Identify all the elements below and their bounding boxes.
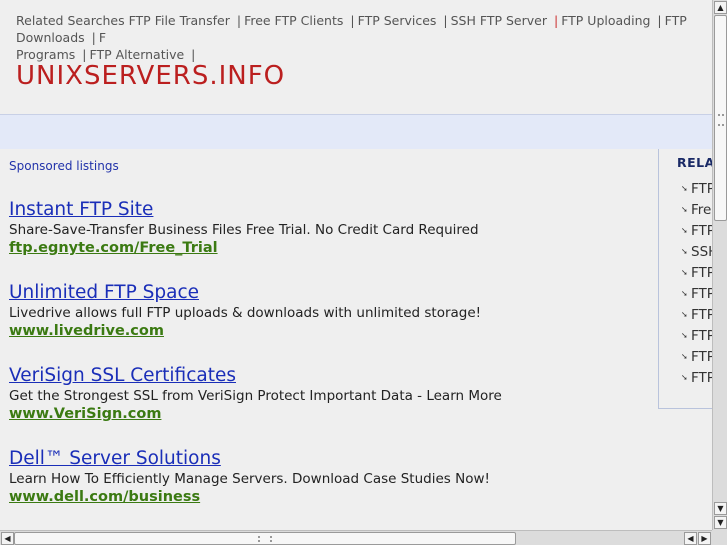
arrow-bullet-icon: ➘ <box>681 289 688 298</box>
ad-url-link[interactable]: www.livedrive.com <box>9 322 481 340</box>
ad-title-link[interactable]: Instant FTP Site <box>9 199 479 221</box>
ad-description: Get the Strongest SSL from VeriSign Prot… <box>9 388 502 404</box>
scroll-down-icon[interactable]: ▼ <box>714 502 727 515</box>
ad-url-link[interactable]: www.dell.com/business <box>9 488 490 506</box>
side-list-item[interactable]: ➘ FTP <box>681 307 712 328</box>
arrow-bullet-icon: ➘ <box>681 226 688 235</box>
side-list-item[interactable]: ➘ FTP <box>681 349 712 370</box>
scroll-up-icon[interactable]: ▲ <box>714 1 727 14</box>
ad-listing: VeriSign SSL Certificates Get the Strong… <box>9 365 502 423</box>
side-list-item[interactable]: ➘ FTP <box>681 328 712 349</box>
ad-title-link[interactable]: VeriSign SSL Certificates <box>9 365 502 387</box>
arrow-bullet-icon: ➘ <box>681 247 688 256</box>
scroll-right-icon[interactable]: ▶ <box>698 532 711 545</box>
horizontal-scroll-thumb[interactable] <box>14 532 516 545</box>
related-link-ftp-alternative[interactable]: FTP Alternative <box>89 47 184 62</box>
separator: | <box>350 13 355 28</box>
ad-description: Share-Save-Transfer Business Files Free … <box>9 222 479 238</box>
sponsored-label: Sponsored listings <box>9 159 119 173</box>
separator: | <box>191 47 196 62</box>
separator: | <box>553 13 559 28</box>
side-list-item[interactable]: ➘ FTP <box>681 223 712 244</box>
vertical-scrollbar[interactable]: ▲ ▼ ▼ <box>712 0 727 530</box>
arrow-bullet-icon: ➘ <box>681 373 688 382</box>
side-link[interactable]: Fre <box>691 202 711 218</box>
separator: | <box>82 47 87 62</box>
header-band <box>0 114 712 149</box>
related-searches-bar: Related Searches FTP File Transfer | Free… <box>16 12 712 63</box>
site-title[interactable]: UNIXSERVERS.INFO <box>16 61 285 91</box>
side-list-item[interactable]: ➘ FTP <box>681 370 712 391</box>
side-list-item[interactable]: ➘ FTP <box>681 181 712 202</box>
side-link[interactable]: FTP <box>691 223 712 239</box>
related-link-ftp-uploading[interactable]: FTP Uploading <box>561 13 650 28</box>
related-side-panel: RELA ➘FTP ➘Fre ➘FTP ➘SSH ➘FTP ➘FTP ➘FTP … <box>658 149 712 409</box>
ad-description: Learn How To Efficiently Manage Servers.… <box>9 471 490 487</box>
ad-description: Livedrive allows full FTP uploads & down… <box>9 305 482 321</box>
ad-title-link[interactable]: Dell™ Server Solutions <box>9 448 490 470</box>
separator: | <box>91 30 96 45</box>
arrow-bullet-icon: ➘ <box>681 352 688 361</box>
side-link[interactable]: FTP <box>691 307 712 323</box>
arrow-bullet-icon: ➘ <box>681 310 688 319</box>
side-link[interactable]: FTP <box>691 328 712 344</box>
side-link-list: ➘FTP ➘Fre ➘FTP ➘SSH ➘FTP ➘FTP ➘FTP ➘FTP … <box>681 181 712 391</box>
arrow-bullet-icon: ➘ <box>681 184 688 193</box>
page-viewport: Related Searches FTP File Transfer | Free… <box>0 0 712 530</box>
grip-icon <box>718 114 724 126</box>
arrow-bullet-icon: ➘ <box>681 268 688 277</box>
related-link-ftp-services[interactable]: FTP Services <box>358 13 437 28</box>
side-link[interactable]: FTP <box>691 370 712 386</box>
side-link[interactable]: FTP <box>691 181 712 197</box>
side-link[interactable]: FTP <box>691 349 712 365</box>
related-link-ssh-ftp-server[interactable]: SSH FTP Server <box>451 13 547 28</box>
side-list-item[interactable]: ➘SSH <box>681 244 712 265</box>
scroll-left-icon[interactable]: ◀ <box>684 532 697 545</box>
scrollbar-corner <box>712 530 727 545</box>
arrow-bullet-icon: ➘ <box>681 331 688 340</box>
side-list-item[interactable]: ➘ Fre <box>681 202 712 223</box>
arrow-bullet-icon: ➘ <box>681 205 688 214</box>
related-link-free-ftp-clients[interactable]: Free FTP Clients <box>244 13 343 28</box>
related-link-truncated[interactable]: F <box>99 30 106 45</box>
ad-listing: Instant FTP Site Share-Save-Transfer Bus… <box>9 199 479 257</box>
scroll-down-icon[interactable]: ▼ <box>714 516 727 529</box>
separator: | <box>236 13 242 28</box>
side-link[interactable]: FTP <box>691 286 712 302</box>
related-searches-label: Related Searches <box>16 13 125 28</box>
ad-url-link[interactable]: ftp.egnyte.com/Free_Trial <box>9 239 479 257</box>
side-list-item[interactable]: ➘ FTP <box>681 286 712 307</box>
separator: | <box>443 13 448 28</box>
ad-listing: Dell™ Server Solutions Learn How To Effi… <box>9 448 490 506</box>
side-link[interactable]: SSH <box>691 244 712 260</box>
related-link-ftp-file-transfer[interactable]: FTP File Transfer <box>129 13 230 28</box>
separator: | <box>657 13 662 28</box>
vertical-scroll-thumb[interactable] <box>714 15 727 221</box>
related-link-programs[interactable]: Programs <box>16 47 75 62</box>
side-panel-heading: RELA <box>677 155 712 170</box>
horizontal-scrollbar[interactable]: ◀ ◀ ▶ <box>0 530 712 545</box>
side-link[interactable]: FTP <box>691 265 712 281</box>
scroll-left-icon[interactable]: ◀ <box>1 532 14 545</box>
side-list-item[interactable]: ➘ FTP <box>681 265 712 286</box>
ad-listing: Unlimited FTP Space Livedrive allows ful… <box>9 282 481 340</box>
ad-title-link[interactable]: Unlimited FTP Space <box>9 282 481 304</box>
ad-url-link[interactable]: www.VeriSign.com <box>9 405 502 423</box>
grip-icon <box>258 536 272 542</box>
